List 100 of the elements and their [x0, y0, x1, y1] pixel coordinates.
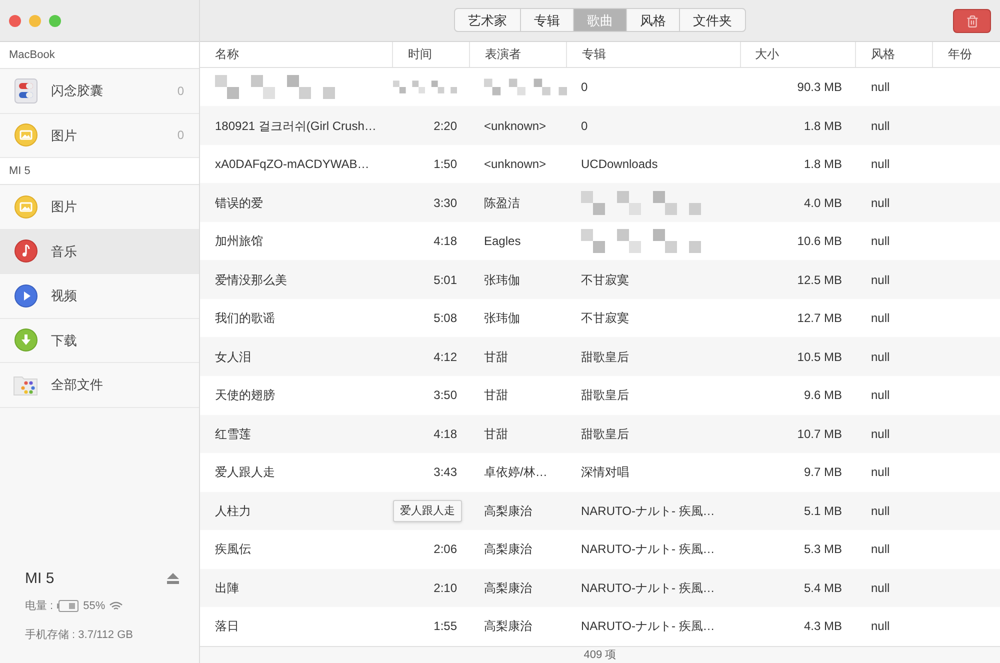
- tab[interactable]: 文件夹: [679, 9, 745, 32]
- section-header: MI 5: [9, 164, 30, 179]
- table-cell-text: 高梨康治: [484, 502, 532, 520]
- table-cell-text: 甘甜: [484, 348, 508, 366]
- device-name: MI 5: [25, 568, 54, 588]
- table-cell-text: 10.7 MB: [797, 426, 842, 443]
- table-cell-text: null: [871, 118, 890, 135]
- section-header: MacBook: [9, 48, 55, 63]
- column-header[interactable]: 专辑: [582, 45, 606, 64]
- table-cell-text: 天使的翅膀: [215, 387, 275, 404]
- tab[interactable]: 艺术家: [455, 9, 520, 32]
- table-cell-text: NARUTO-ナルト- 疾風…: [581, 618, 715, 636]
- table-cell-text: 甘甜: [484, 426, 508, 443]
- column-header[interactable]: 名称: [215, 45, 239, 64]
- column-header[interactable]: 风格: [871, 45, 895, 64]
- table-cell-text: 3:43: [434, 464, 457, 482]
- table-cell-text: 卓依婷/林…: [484, 464, 548, 482]
- table-cell-text: NARUTO-ナルト- 疾風…: [581, 580, 715, 597]
- image-icon: [14, 194, 38, 219]
- table-cell-text: 3:30: [434, 194, 457, 212]
- table-cell-text: null: [871, 426, 890, 443]
- table-cell-text: 2:06: [434, 541, 457, 558]
- table-cell-text: 甜歌皇后: [581, 387, 629, 404]
- table-cell-text: <unknown>: [484, 118, 546, 135]
- table-cell-text: 1:50: [434, 156, 457, 174]
- table-cell-text: 9.7 MB: [804, 464, 842, 482]
- column-header[interactable]: 大小: [755, 45, 779, 64]
- table-cell-text: null: [871, 387, 890, 404]
- download-icon: [14, 328, 38, 352]
- play-icon: [14, 284, 38, 308]
- capsule-icon: [14, 78, 38, 104]
- delete-button[interactable]: [953, 9, 991, 33]
- table-cell-text: 90.3 MB: [797, 79, 842, 96]
- table-cell-text: 1.8 MB: [804, 156, 842, 174]
- table-cell-text: 出陣: [215, 580, 239, 597]
- table-cell-text: 0: [581, 79, 588, 96]
- table-cell-text: 张玮伽: [484, 310, 520, 328]
- table-cell-text: 5:08: [434, 310, 457, 328]
- wifi-icon: [109, 601, 124, 612]
- tab[interactable]: 风格: [626, 9, 679, 32]
- table-cell-text: null: [871, 310, 890, 328]
- table-cell-text: 10.6 MB: [797, 233, 842, 250]
- table-cell-text: 疾風伝: [215, 541, 251, 558]
- minimize-button[interactable]: [29, 14, 41, 26]
- table-cell-text: 2:10: [434, 580, 457, 597]
- table-cell-text: 爱人跟人走: [215, 464, 275, 482]
- table-cell-text: null: [871, 156, 890, 174]
- sidebar-item[interactable]: 音乐: [0, 230, 199, 274]
- table-cell-text: null: [871, 272, 890, 289]
- table-cell-text: null: [871, 580, 890, 597]
- table-cell-text: 我们的歌谣: [215, 310, 275, 328]
- table-cell-text: null: [871, 194, 890, 212]
- table-cell-text: 甘甜: [484, 387, 508, 404]
- table-row[interactable]: 错误的爱 3:30 陈盈洁 4.0 MB null: [200, 183, 1000, 222]
- table-cell-text: 4:12: [434, 348, 457, 366]
- table-cell-text: 高梨康治: [484, 618, 532, 636]
- eject-icon[interactable]: [167, 573, 179, 584]
- table-cell-text: <unknown>: [484, 156, 546, 174]
- close-button[interactable]: [9, 14, 21, 26]
- column-header[interactable]: 时间: [408, 45, 432, 64]
- table-cell-text: NARUTO-ナルト- 疾風…: [581, 541, 715, 558]
- table-cell-text: 5.4 MB: [804, 580, 842, 597]
- trash-icon: [966, 14, 978, 28]
- table-cell-text: null: [871, 618, 890, 636]
- table-cell-text: null: [871, 233, 890, 250]
- table-cell-text: xA0DAFqZO-mACDYWAB…: [215, 156, 370, 174]
- table-cell-text: NARUTO-ナルト- 疾風…: [581, 502, 715, 520]
- table-cell-text: 高梨康治: [484, 541, 532, 558]
- table-cell-text: 5:01: [434, 272, 457, 289]
- sidebar-item[interactable]: 下载: [0, 318, 199, 363]
- table-cell-text: 5.3 MB: [804, 541, 842, 558]
- table-cell-text: 180921 걸크러쉬(Girl Crush…: [215, 118, 376, 135]
- table-row[interactable]: 180921 걸크러쉬(Girl Crush… 2:20 <unknown> 0 1.8 MB null: [200, 106, 1000, 145]
- table-row[interactable]: 爱情没那么美 5:01 张玮伽 不甘寂寞 12.5 MB null: [200, 260, 1000, 299]
- battery-percent: 55%: [83, 599, 106, 614]
- zoom-button[interactable]: [49, 14, 61, 26]
- battery-label: 电量 :: [25, 599, 54, 614]
- table-cell-text: 10.5 MB: [797, 348, 842, 366]
- table-cell-text: 深情对唱: [581, 464, 629, 482]
- table-cell-text: 加州旅馆: [215, 233, 263, 250]
- music-note-icon: [14, 239, 38, 264]
- table-cell-text: null: [871, 541, 890, 558]
- table-cell-text: 4.3 MB: [804, 618, 842, 636]
- table-cell-text: UCDownloads: [581, 156, 658, 174]
- column-header[interactable]: 表演者: [485, 45, 521, 64]
- table-cell-text: 5.1 MB: [804, 502, 842, 520]
- table-cell-text: 12.7 MB: [797, 310, 842, 328]
- table-cell-text: 人柱力: [215, 502, 251, 520]
- sidebar-item[interactable]: 图片 0: [0, 114, 199, 158]
- column-header[interactable]: 年份: [948, 45, 972, 64]
- table-cell-text: 不甘寂寞: [581, 272, 629, 289]
- table-row[interactable]: 红雪莲 4:18 甘甜 甜歌皇后 10.7 MB null: [200, 414, 1000, 454]
- table-row[interactable]: 出陣 2:10 高梨康治 NARUTO-ナルト- 疾風… 5.4 MB null: [200, 568, 1000, 608]
- table-row[interactable]: 人柱力 爱人跟人走 高梨康治 NARUTO-ナルト- 疾風… 5.1 MB null: [200, 492, 1000, 530]
- item-count: 0: [177, 82, 184, 100]
- table-cell-text: 爱情没那么美: [215, 272, 287, 289]
- table-row[interactable]: 女人泪 4:12 甘甜 甜歌皇后 10.5 MB null: [200, 337, 1000, 376]
- table-cell-text: 甜歌皇后: [581, 426, 629, 443]
- table-cell-text: 4.0 MB: [804, 194, 842, 212]
- table-cell-text: 1:55: [434, 618, 457, 636]
